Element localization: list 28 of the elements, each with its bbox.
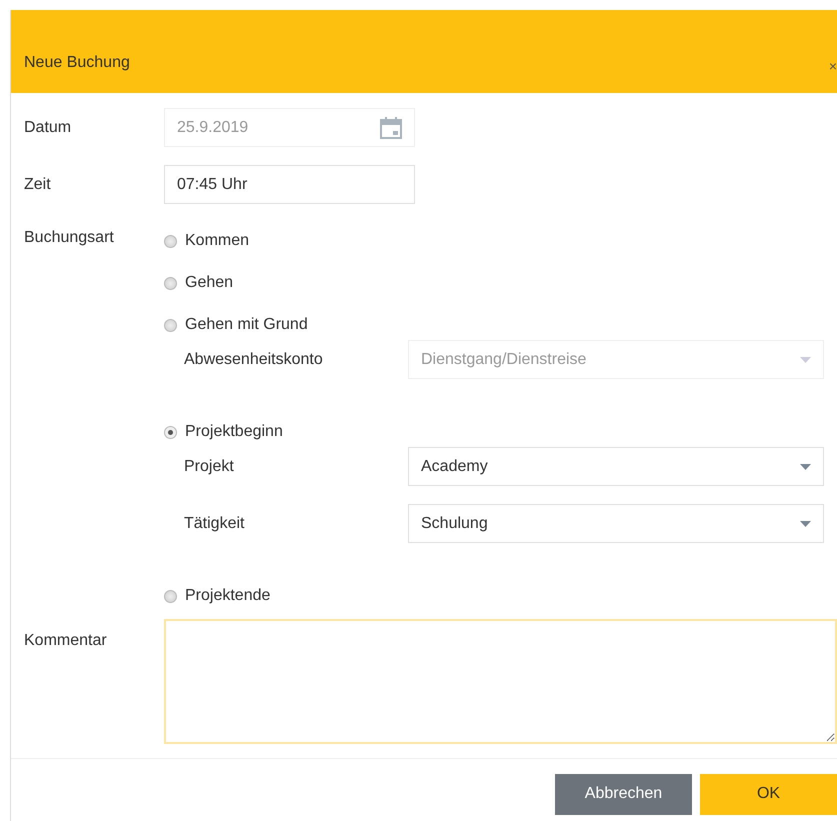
- time-field[interactable]: 07:45 Uhr: [164, 165, 415, 204]
- field-label: Kommentar: [24, 631, 108, 651]
- radio-button[interactable]: [164, 318, 177, 332]
- close-button[interactable]: ×: [828, 59, 837, 73]
- select-field[interactable]: Academy: [408, 447, 824, 486]
- comment-field[interactable]: [164, 619, 837, 744]
- caret-icon: [800, 464, 811, 470]
- radio-button[interactable]: [164, 426, 177, 438]
- radio-button[interactable]: [164, 276, 177, 290]
- field-label: Zeit: [24, 174, 52, 194]
- radio-button[interactable]: [164, 590, 177, 602]
- option-label: Projektbeginn: [185, 422, 283, 442]
- caret-icon: [800, 520, 811, 526]
- dialog-title: Neue Buchung: [24, 53, 130, 73]
- radio-button[interactable]: [164, 234, 177, 248]
- cancel-button[interactable]: Abbrechen: [555, 774, 692, 814]
- caret-icon: [800, 356, 811, 362]
- option-label: Gehen mit Grund: [185, 315, 308, 335]
- select-field[interactable]: Schulung: [408, 504, 824, 543]
- option-label: Gehen: [185, 273, 234, 293]
- option-label: Projektende: [185, 586, 270, 606]
- field-label: Tätigkeit: [184, 514, 246, 534]
- field-label: Datum: [24, 118, 72, 138]
- option-label: Kommen: [185, 231, 250, 251]
- field-label: Buchungsart: [24, 228, 115, 248]
- ok-button[interactable]: OK: [700, 774, 837, 814]
- field-label: Projekt: [184, 456, 235, 476]
- field-label: Abwesenheitskonto: [184, 350, 324, 370]
